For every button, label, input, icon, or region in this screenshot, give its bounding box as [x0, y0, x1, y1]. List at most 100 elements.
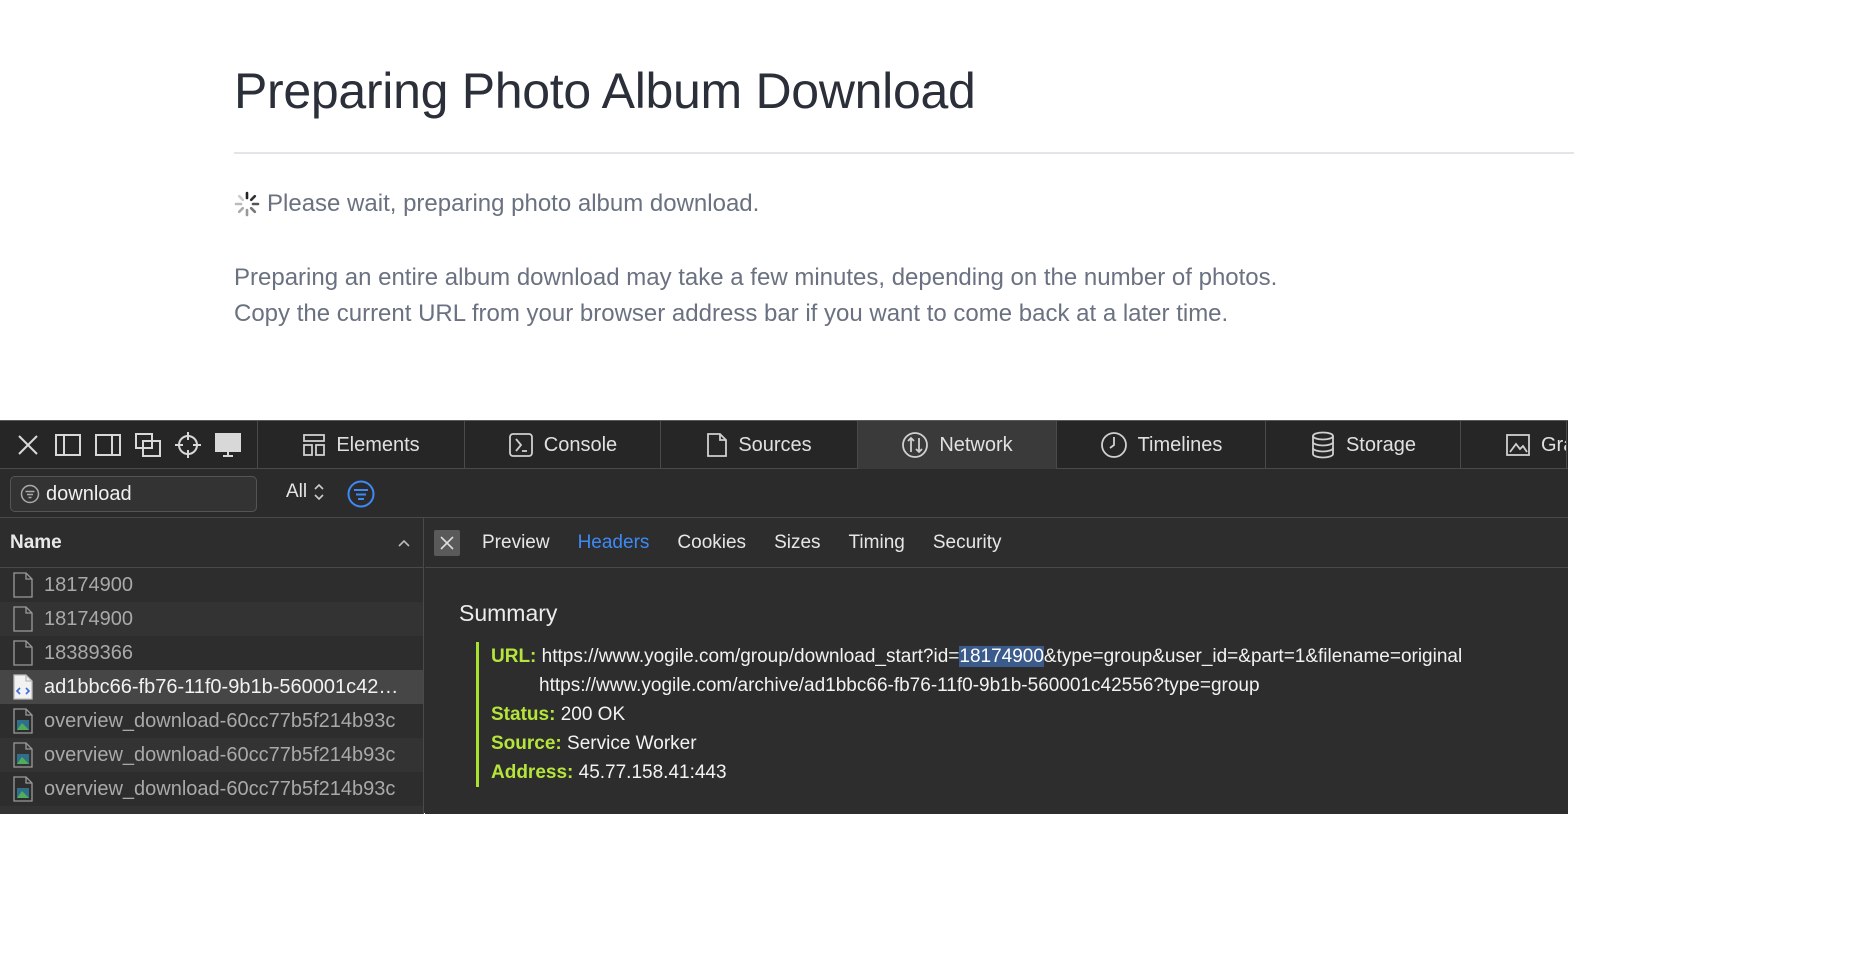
tab-preview[interactable]: Preview [482, 532, 550, 554]
url-highlight: 18174900 [959, 646, 1044, 667]
request-name: overview_download-60cc77b5f214b93c [44, 777, 396, 800]
name-column-label: Name [10, 531, 62, 553]
request-row[interactable]: overview_download-60cc77b5f214b93c [0, 772, 423, 806]
redirect-url-value[interactable]: https://www.yogile.com/archive/ad1bbc66-… [491, 671, 1462, 700]
status-value: 200 OK [560, 704, 626, 725]
close-devtools-button[interactable] [8, 425, 48, 465]
request-name: 18174900 [44, 607, 133, 630]
tab-storage[interactable]: Storage [1266, 421, 1461, 469]
detail-tab-bar: Preview Headers Cookies Sizes Timing Sec… [425, 518, 1568, 568]
summary-section: URL: https://www.yogile.com/group/downlo… [476, 642, 1462, 787]
url-value[interactable]: https://www.yogile.com/group/download_st… [541, 646, 1462, 667]
dock-right-button[interactable] [88, 425, 128, 465]
timelines-icon [1100, 432, 1127, 458]
web-page: Preparing Photo Album Download Please wa… [0, 0, 1574, 420]
console-icon [508, 433, 533, 457]
summary-address-row: Address: 45.77.158.41:443 [491, 758, 1462, 787]
document-icon [13, 640, 33, 666]
request-name: 18174900 [44, 573, 133, 596]
network-filter-bar: All [0, 469, 1568, 518]
tab-cookies[interactable]: Cookies [677, 532, 746, 554]
request-detail-pane: Preview Headers Cookies Sizes Timing Sec… [425, 518, 1568, 814]
sources-icon [707, 433, 728, 457]
undock-icon [135, 433, 161, 457]
device-icon [215, 433, 241, 457]
info-paragraph: Preparing an entire album download may t… [234, 260, 1277, 332]
tab-sources-label: Sources [738, 433, 812, 456]
summary-heading: Summary [459, 600, 558, 626]
elements-icon [303, 434, 326, 456]
graphics-icon [1506, 434, 1530, 456]
tab-sizes[interactable]: Sizes [774, 532, 820, 554]
filter-icon [20, 484, 40, 504]
document-icon [13, 572, 33, 598]
summary-status-row: Status: 200 OK [491, 700, 1462, 729]
storage-icon [1312, 431, 1334, 459]
wait-status: Please wait, preparing photo album downl… [234, 190, 759, 218]
image-document-icon [13, 776, 33, 802]
html-document-icon [13, 674, 33, 700]
tab-console[interactable]: Console [465, 421, 661, 469]
status-key: Status: [491, 704, 556, 725]
tab-headers[interactable]: Headers [578, 532, 650, 554]
request-name: overview_download-60cc77b5f214b93c [44, 709, 396, 732]
close-icon [18, 435, 38, 455]
devtools-toolbar [0, 421, 258, 469]
source-key: Source: [491, 733, 562, 754]
resource-type-select[interactable]: All [286, 481, 325, 503]
tab-elements[interactable]: Elements [258, 421, 465, 469]
info-line-2: Copy the current URL from your browser a… [234, 300, 1229, 327]
request-name: overview_download-60cc77b5f214b93c [44, 743, 396, 766]
tab-network-label: Network [939, 433, 1013, 456]
url-prefix: https://www.yogile.com/group/download_st… [541, 646, 960, 667]
info-line-1: Preparing an entire album download may t… [234, 264, 1278, 291]
tab-timelines[interactable]: Timelines [1057, 421, 1266, 469]
devtools-panel: Elements Console Sources Network Timelin… [0, 420, 1568, 814]
image-document-icon [13, 708, 33, 734]
network-request-list: Name 18174900 18174900 18389366 ad1bbc66… [0, 518, 424, 814]
address-value: 45.77.158.41:443 [578, 762, 727, 783]
chevron-up-down-icon [314, 483, 324, 501]
filter-options-button[interactable] [347, 480, 375, 508]
tab-graphics[interactable]: Gra [1461, 421, 1567, 469]
network-icon [902, 432, 929, 458]
tab-console-label: Console [543, 433, 618, 456]
image-document-icon [13, 742, 33, 768]
document-icon [13, 606, 33, 632]
filter-input[interactable] [46, 482, 236, 506]
inspect-element-button[interactable] [168, 425, 208, 465]
request-row[interactable]: 18389366 [0, 636, 423, 670]
request-row[interactable]: 18174900 [0, 602, 423, 636]
tab-security[interactable]: Security [933, 532, 1002, 554]
request-row[interactable]: overview_download-60cc77b5f214b93c [0, 704, 423, 738]
tab-timing[interactable]: Timing [849, 532, 905, 554]
devtools-tab-bar: Elements Console Sources Network Timelin… [0, 421, 1568, 469]
request-row[interactable]: overview_download-60cc77b5f214b93c [0, 738, 423, 772]
sort-ascending-icon [398, 539, 410, 547]
url-key: URL: [491, 646, 537, 667]
request-row[interactable]: 18174900 [0, 568, 423, 602]
undock-button[interactable] [128, 425, 168, 465]
tab-network[interactable]: Network [858, 421, 1057, 469]
filter-options-icon [347, 480, 375, 508]
title-divider [234, 152, 1574, 154]
request-row-partial[interactable] [0, 806, 423, 814]
loading-spinner-icon [234, 191, 260, 217]
tab-graphics-label: Gra [1541, 433, 1566, 456]
request-row-selected[interactable]: ad1bbc66-fb76-11f0-9b1b-560001c42556 [0, 670, 423, 704]
filter-field[interactable] [10, 476, 257, 512]
dock-left-button[interactable] [48, 425, 88, 465]
tab-sources[interactable]: Sources [661, 421, 858, 469]
summary-source-row: Source: Service Worker [491, 729, 1462, 758]
name-column-header[interactable]: Name [0, 518, 423, 568]
close-detail-button[interactable] [434, 529, 460, 556]
tab-timelines-label: Timelines [1137, 433, 1223, 456]
address-key: Address: [491, 762, 574, 783]
tab-elements-label: Elements [336, 433, 420, 456]
tab-storage-label: Storage [1345, 433, 1417, 456]
page-title: Preparing Photo Album Download [234, 63, 976, 119]
device-settings-button[interactable] [208, 425, 248, 465]
request-name: ad1bbc66-fb76-11f0-9b1b-560001c42556 [44, 675, 406, 698]
inspect-crosshair-icon [175, 432, 201, 458]
summary-url-row: URL: https://www.yogile.com/group/downlo… [491, 642, 1462, 671]
